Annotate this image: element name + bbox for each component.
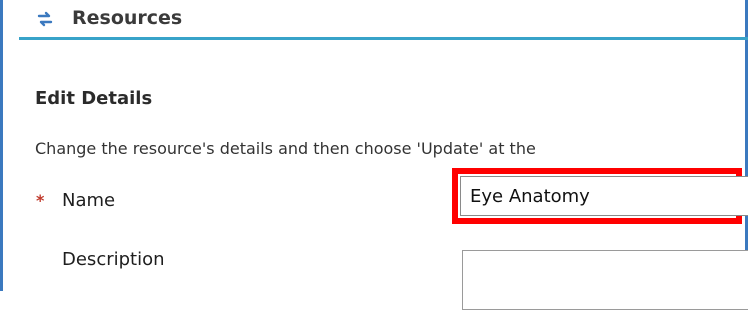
name-label: Name xyxy=(62,190,116,211)
description-field[interactable] xyxy=(462,250,748,310)
name-field[interactable] xyxy=(460,176,748,216)
required-marker: * xyxy=(36,191,45,210)
section-title-edit-details: Edit Details xyxy=(35,88,153,109)
description-label: Description xyxy=(62,249,165,270)
panel-header: Resources xyxy=(19,0,748,40)
page-title: Resources xyxy=(72,7,183,29)
form-instructions: Change the resource's details and then c… xyxy=(35,139,536,158)
resources-panel: Resources Edit Details Change the resour… xyxy=(0,0,748,310)
refresh-arrows-icon xyxy=(37,11,53,27)
